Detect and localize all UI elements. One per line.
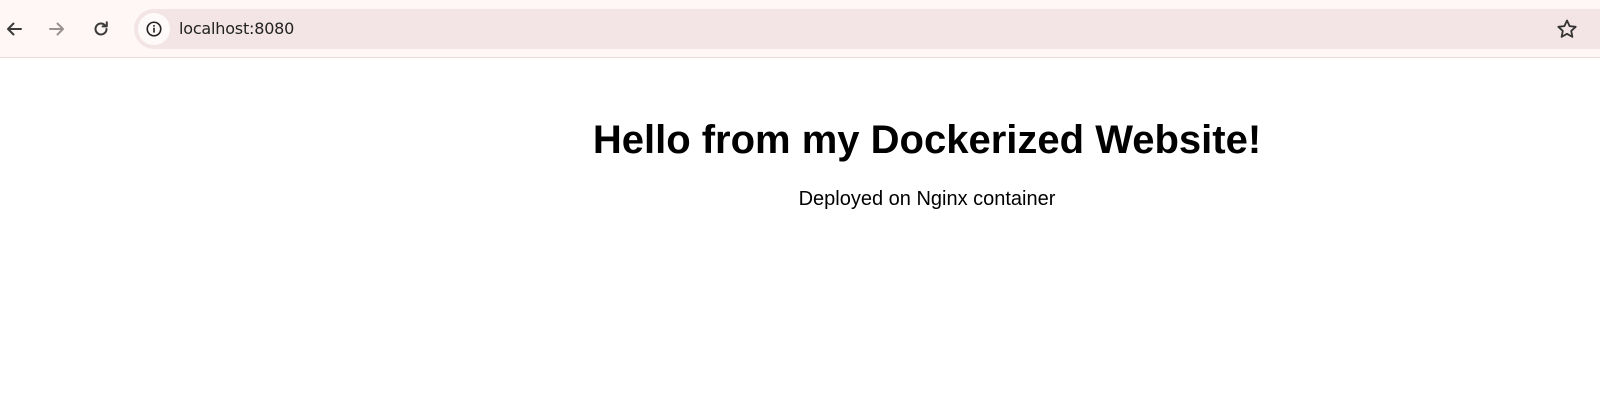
reload-icon [94, 21, 108, 36]
arrow-right-icon [49, 22, 64, 36]
page-heading: Hello from my Dockerized Website! [592, 118, 1262, 162]
url-text[interactable]: localhost:8080 [179, 9, 294, 49]
browser-toolbar: localhost:8080 [0, 0, 1600, 58]
back-button[interactable] [0, 11, 32, 47]
page-content: Hello from my Dockerized Website! Deploy… [0, 58, 1600, 414]
star-icon [1557, 19, 1577, 38]
info-icon [146, 21, 162, 37]
arrow-left-icon [7, 22, 22, 36]
forward-button[interactable] [39, 11, 75, 47]
page-subtitle: Deployed on Nginx container [798, 188, 1056, 210]
reload-button[interactable] [83, 11, 119, 47]
address-bar[interactable]: localhost:8080 [134, 9, 1600, 49]
site-info-button[interactable] [138, 13, 170, 45]
bookmark-button[interactable] [1556, 18, 1578, 40]
